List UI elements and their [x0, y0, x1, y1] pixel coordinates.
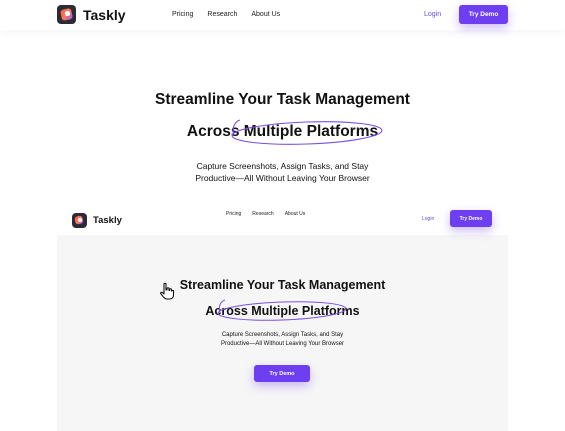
hero-subtitle-line1: Capture Screenshots, Assign Tasks, and S…	[196, 161, 369, 171]
hand-pointer-icon	[160, 282, 175, 300]
preview-title-line1: Streamline Your Task Management	[179, 278, 386, 292]
preview-nav-link-about-us[interactable]: About Us	[285, 211, 306, 217]
preview-subtitle-line2: Productive—All Without Leaving Your Brow…	[220, 341, 345, 347]
preview-cta-button[interactable]: Try Demo	[254, 365, 310, 382]
preview-try-demo-button[interactable]: Try Demo	[450, 210, 492, 227]
preview-nav-links: Pricing Research About Us	[226, 211, 316, 217]
preview-login-link[interactable]: Login	[422, 216, 434, 222]
preview-subtitle-line1: Capture Screenshots, Assign Tasks, and S…	[221, 332, 344, 338]
hero-title-line1: Streamline Your Task Management	[155, 91, 410, 108]
preview-title-line2: Across Multiple Platforms	[205, 304, 360, 318]
preview-brand-name: Taskly	[93, 215, 122, 226]
preview-nav-link-pricing[interactable]: Pricing	[226, 211, 241, 217]
brand-logo[interactable]: Taskly	[57, 5, 126, 24]
hero-title-line2: Across Multiple Platforms	[186, 123, 379, 140]
nav-link-about-us[interactable]: About Us	[251, 11, 280, 18]
try-demo-button[interactable]: Try Demo	[459, 5, 508, 24]
product-preview: Taskly Pricing Research About Us Login T…	[57, 205, 508, 431]
nav-link-pricing[interactable]: Pricing	[172, 11, 193, 18]
preview-brand-logo[interactable]: Taskly	[72, 213, 122, 228]
nav-link-research[interactable]: Research	[207, 11, 237, 18]
preview-nav-link-research[interactable]: Research	[252, 211, 273, 217]
nav-links: Pricing Research About Us	[172, 11, 294, 18]
top-navbar: Taskly Pricing Research About Us Login T…	[0, 0, 565, 30]
hero-subtitle-line2: Productive—All Without Leaving Your Brow…	[195, 173, 370, 183]
taskly-logo-icon	[57, 5, 76, 24]
brand-name: Taskly	[83, 6, 126, 23]
login-link[interactable]: Login	[424, 11, 441, 18]
taskly-logo-icon	[72, 213, 87, 228]
